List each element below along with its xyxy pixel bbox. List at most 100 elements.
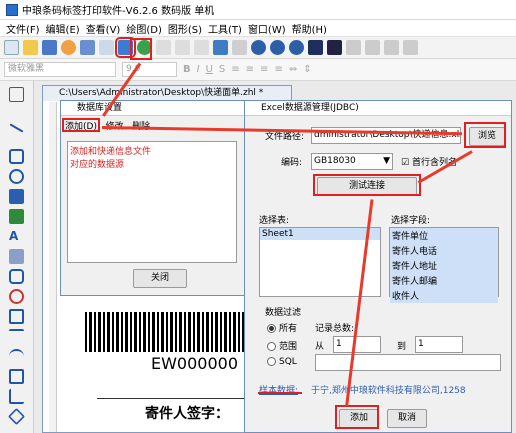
radio-icon: [267, 342, 276, 351]
vertical-ruler: [49, 102, 57, 432]
text-tool-icon[interactable]: A: [9, 229, 24, 244]
seal-tool-icon[interactable]: [9, 289, 24, 304]
encoding-value: GB18030: [314, 156, 356, 166]
encoding-select[interactable]: GB18030 ▼: [311, 153, 393, 170]
grid-icon[interactable]: [308, 40, 323, 55]
rounded-rect-tool-icon[interactable]: [9, 269, 24, 284]
drawing-toolbox: A: [0, 81, 34, 433]
italic-icon[interactable]: I: [197, 64, 200, 75]
field-list[interactable]: 寄件单位 寄件人电话 寄件人地址 寄件人邮编 收件人: [389, 227, 499, 303]
menu-view[interactable]: 查看(V): [86, 21, 121, 36]
ungroup-icon[interactable]: [365, 40, 380, 55]
save-icon[interactable]: [42, 40, 57, 55]
range-label: 范围: [279, 342, 298, 352]
record-total-label: 记录总数:: [315, 324, 355, 334]
align-icon[interactable]: [327, 40, 342, 55]
align-left-icon[interactable]: ≡: [231, 64, 239, 75]
menu-window[interactable]: 窗口(W): [248, 21, 286, 36]
ellipse-tool-icon[interactable]: [9, 169, 24, 184]
field-item[interactable]: 寄件人电话: [390, 243, 498, 258]
underline-icon[interactable]: U: [206, 64, 213, 75]
polyline-tool-icon[interactable]: [9, 329, 24, 344]
sample-underline: [258, 392, 302, 394]
copy-icon[interactable]: [175, 40, 190, 55]
barcode-tool-icon[interactable]: [9, 189, 24, 204]
to-label: 到: [397, 342, 407, 352]
excel-dialog-title: Excel数据源管理(JDBC): [245, 101, 511, 116]
paste-icon[interactable]: [194, 40, 209, 55]
sql-radio[interactable]: SQL: [267, 357, 297, 367]
menu-edit[interactable]: 编辑(E): [46, 21, 80, 36]
lock-icon[interactable]: [384, 40, 399, 55]
image-tool-icon[interactable]: [9, 209, 24, 224]
table-item[interactable]: Sheet1: [260, 228, 380, 240]
curve-tool-icon[interactable]: [9, 369, 24, 384]
triangle-tool-icon[interactable]: [9, 389, 24, 404]
zoom-out-icon[interactable]: [270, 40, 285, 55]
justify-icon[interactable]: ≡: [274, 64, 282, 75]
rectangle-tool-icon[interactable]: [9, 149, 24, 164]
sample-data-value: 于宁,郑州中琅软件科技有限公司,1258: [311, 386, 466, 396]
spacing-icon[interactable]: ⇔: [289, 64, 297, 75]
sample-data-label: 样本数据:: [259, 386, 299, 396]
menu-file[interactable]: 文件(F): [6, 21, 40, 36]
cancel-button[interactable]: 取消: [387, 409, 427, 428]
print-icon[interactable]: [80, 40, 95, 55]
group-icon[interactable]: [346, 40, 361, 55]
preview-icon[interactable]: [99, 40, 114, 55]
open-icon[interactable]: [23, 40, 38, 55]
field-item[interactable]: 收件人: [390, 288, 498, 303]
add-menu-highlight: [62, 118, 100, 132]
app-logo-icon: [6, 3, 18, 16]
new-icon[interactable]: [4, 40, 19, 55]
to-input[interactable]: 1: [415, 336, 463, 353]
settings-icon[interactable]: [61, 40, 76, 55]
zoom-in-icon[interactable]: [251, 40, 266, 55]
add-button-highlight: [335, 405, 379, 429]
zoom-fit-icon[interactable]: [289, 40, 304, 55]
undo-icon[interactable]: [213, 40, 228, 55]
table-tool-icon[interactable]: [9, 249, 24, 264]
app-title: 中琅条码标签打印软件-V6.2.6 数码版 单机: [22, 6, 215, 17]
datasource-note: 添加和快递信息文件 对应的数据源: [70, 147, 152, 170]
font-toolbar: 微软雅黑 9.0 B I U S ≡ ≡ ≡ ≡ ⇔ ⇕: [0, 59, 516, 81]
redo-icon[interactable]: [232, 40, 247, 55]
line-tool-icon[interactable]: [9, 123, 24, 133]
database-icon-highlight: [130, 38, 152, 60]
font-select[interactable]: 微软雅黑: [4, 62, 116, 77]
from-input[interactable]: 1: [333, 336, 381, 353]
all-label: 所有: [279, 324, 298, 334]
field-item[interactable]: 寄件人地址: [390, 258, 498, 273]
arc-tool-icon[interactable]: [9, 349, 24, 364]
diamond-tool-icon[interactable]: [8, 408, 25, 425]
sql-label: SQL: [279, 357, 297, 367]
range-radio[interactable]: 范围: [267, 339, 297, 352]
excel-datasource-dialog: Excel数据源管理(JDBC) 文件路径: dministrator\Desk…: [244, 100, 512, 433]
close-button[interactable]: 关闭: [133, 269, 187, 288]
bold-icon[interactable]: B: [183, 64, 191, 75]
strikethrough-icon[interactable]: S: [219, 64, 225, 75]
menu-shape[interactable]: 图形(S): [168, 21, 202, 36]
document-title: C:\Users\Administrator\Desktop\快递面单.zhl …: [43, 86, 291, 101]
all-radio[interactable]: 所有: [267, 321, 297, 334]
radio-selected-icon: [267, 324, 276, 333]
align-right-icon[interactable]: ≡: [260, 64, 268, 75]
radio-icon: [267, 357, 276, 366]
select-field-label: 选择字段:: [391, 216, 431, 226]
align-center-icon[interactable]: ≡: [246, 64, 254, 75]
layer-icon[interactable]: [403, 40, 418, 55]
menu-help[interactable]: 帮助(H): [292, 21, 327, 36]
menu-bar: 文件(F) 编辑(E) 查看(V) 绘图(D) 图形(S) 工具(T) 窗口(W…: [0, 20, 516, 37]
frame-tool-icon[interactable]: [9, 309, 24, 324]
field-item[interactable]: 寄件单位: [390, 228, 498, 243]
menu-draw[interactable]: 绘图(D): [126, 21, 162, 36]
pointer-icon[interactable]: [9, 87, 24, 102]
sql-input[interactable]: [315, 354, 501, 371]
test-connection-highlight: [313, 174, 421, 196]
line-spacing-icon[interactable]: ⇕: [303, 64, 311, 75]
datasource-list[interactable]: 添加和快递信息文件 对应的数据源: [67, 141, 237, 263]
menu-tools[interactable]: 工具(T): [208, 21, 242, 36]
field-item[interactable]: 寄件人邮编: [390, 273, 498, 288]
encoding-label: 编码:: [281, 158, 303, 168]
cut-icon[interactable]: [156, 40, 171, 55]
